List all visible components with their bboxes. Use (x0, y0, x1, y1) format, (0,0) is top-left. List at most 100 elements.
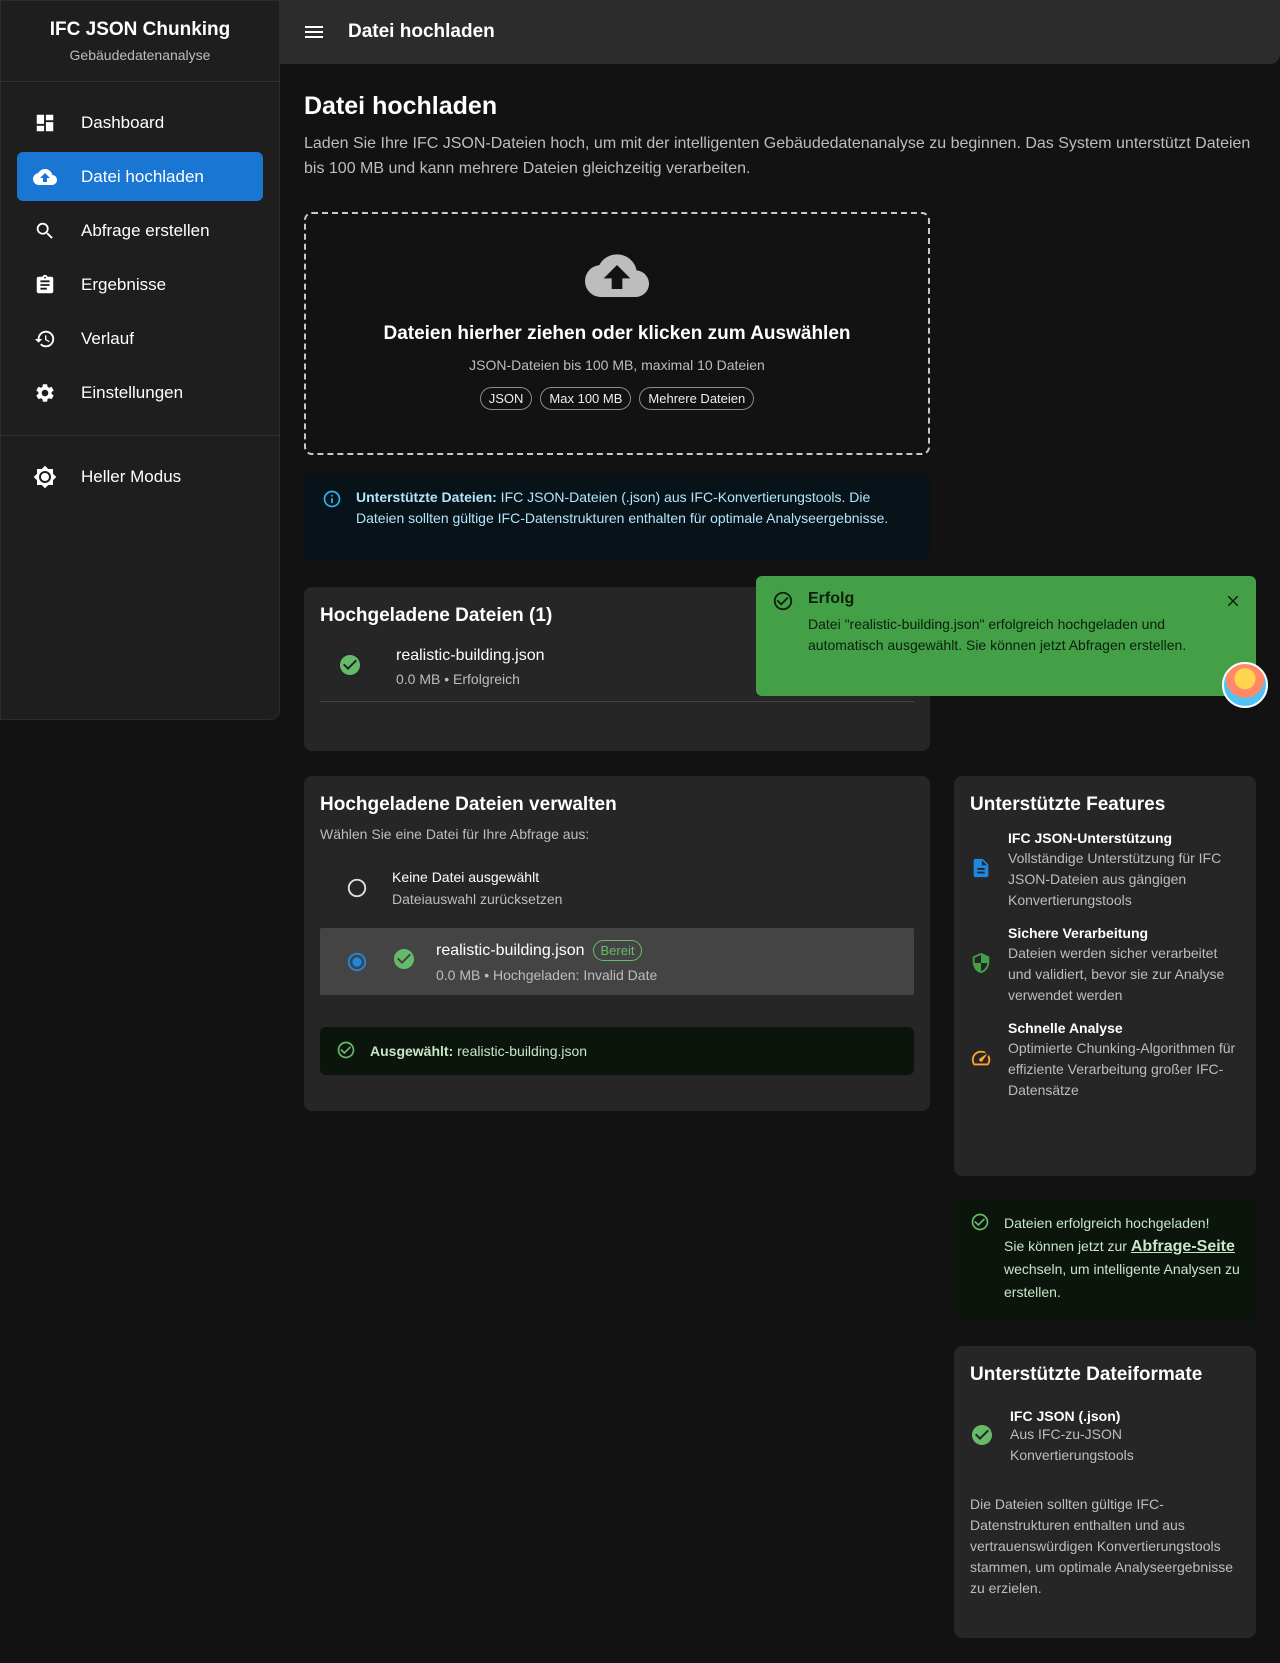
option-file-meta: 0.0 MB • Hochgeladen: Invalid Date (436, 967, 658, 983)
manage-files-title: Hochgeladene Dateien verwalten (320, 794, 617, 815)
check-circle-outline-icon (970, 1212, 990, 1308)
option-subtitle: Dateiauswahl zurücksetzen (392, 891, 563, 907)
brand-title: IFC JSON Chunking (49, 19, 231, 40)
nav-item-dashboard[interactable]: Dashboard (17, 98, 263, 147)
info-icon (322, 487, 342, 547)
file-formats-card: Unterstützte Dateiformate IFC JSON (.jso… (954, 1346, 1256, 1638)
brand: IFC JSON Chunking Gebäudedatenanalyse (1, 1, 279, 82)
history-icon (33, 327, 57, 351)
search-icon (33, 219, 57, 243)
nav-item-history[interactable]: Verlauf (17, 314, 263, 363)
page-title: Datei hochladen (304, 92, 498, 120)
feature-desc: Optimierte Chunking-Algorithmen für effi… (1008, 1040, 1236, 1098)
nav-label: Dashboard (81, 112, 165, 132)
gear-icon (33, 381, 57, 405)
file-dropzone[interactable]: Dateien hierher ziehen oder klicken zum … (304, 212, 930, 455)
dropzone-chips: JSON Max 100 MB Mehrere Dateien (306, 387, 928, 410)
format-title: IFC JSON (.json) (1010, 1408, 1121, 1424)
option-file-name: realistic-building.json (436, 941, 585, 959)
shield-icon (970, 952, 992, 979)
theme-toggle[interactable]: Heller Modus (17, 452, 263, 501)
nav-label: Verlauf (81, 328, 134, 348)
format-item: IFC JSON (.json) Aus IFC-zu-JSON Konvert… (954, 1386, 1256, 1466)
selected-file-alert: Ausgewählt: realistic-building.json (320, 1027, 914, 1075)
check-circle-outline-icon (336, 1040, 358, 1063)
success-post: wechseln, um intelligente Analysen zu er… (1004, 1261, 1240, 1300)
option-no-file[interactable]: Keine Datei ausgewählt Dateiauswahl zurü… (320, 858, 914, 918)
feature-desc: Dateien werden sicher verarbeitet und va… (1008, 945, 1225, 1003)
manage-files-subtitle: Wählen Sie eine Datei für Ihre Abfrage a… (320, 826, 590, 842)
feature-title: Schnelle Analyse (1008, 1020, 1123, 1036)
dashboard-icon (33, 111, 57, 135)
feature-item: Schnelle Analyse Optimierte Chunking-Alg… (954, 1020, 1256, 1101)
top-app-bar: Datei hochladen (280, 0, 1280, 64)
nav-item-query[interactable]: Abfrage erstellen (17, 206, 263, 255)
nav-label: Einstellungen (81, 382, 184, 402)
radio-checked[interactable] (346, 951, 368, 973)
toast-message: Datei "realistic-building.json" erfolgre… (808, 616, 1187, 653)
query-page-link[interactable]: Abfrage-Seite (1131, 1238, 1235, 1255)
status-badge: Bereit (592, 940, 643, 961)
chip-multiple: Mehrere Dateien (639, 387, 755, 410)
check-circle-outline-icon (772, 590, 794, 682)
features-title: Unterstützte Features (970, 794, 1166, 815)
clipboard-icon (33, 273, 57, 297)
dropzone-subtitle: JSON-Dateien bis 100 MB, maximal 10 Date… (469, 357, 765, 373)
feature-item: IFC JSON-Unterstützung Vollständige Unte… (954, 830, 1256, 911)
manage-files-card: Hochgeladene Dateien verwalten Wählen Si… (304, 776, 930, 1111)
nav-item-results[interactable]: Ergebnisse (17, 260, 263, 309)
nav-divider (1, 435, 279, 436)
check-circle-icon (338, 653, 362, 682)
info-label: Unterstützte Dateien: (356, 489, 497, 505)
chip-json: JSON (479, 387, 533, 410)
radio-unchecked[interactable] (346, 877, 368, 899)
selected-label: Ausgewählt: (370, 1043, 454, 1059)
file-name: realistic-building.json (396, 647, 545, 664)
feature-title: Sichere Verarbeitung (1008, 925, 1149, 941)
option-title: Keine Datei ausgewählt (392, 869, 540, 885)
formats-title: Unterstützte Dateiformate (970, 1364, 1203, 1385)
topbar-title: Datei hochladen (348, 21, 495, 42)
success-title: Dateien erfolgreich hochgeladen! (1004, 1215, 1210, 1231)
theme-toggle-label: Heller Modus (81, 466, 182, 486)
info-alert: Unterstützte Dateien: IFC JSON-Dateien (… (304, 473, 930, 561)
option-file[interactable]: realistic-building.json Bereit 0.0 MB • H… (320, 928, 914, 995)
nav-label: Ergebnisse (81, 274, 167, 294)
nav-label: Abfrage erstellen (81, 220, 210, 240)
success-toast: Erfolg Datei "realistic-building.json" e… (756, 576, 1256, 696)
info-text: Unterstützte Dateien: IFC JSON-Dateien (… (356, 487, 912, 547)
selected-value: realistic-building.json (453, 1043, 588, 1059)
dropzone-title: Dateien hierher ziehen oder klicken zum … (383, 323, 851, 344)
avatar[interactable] (1222, 662, 1268, 708)
nav-item-upload[interactable]: Datei hochladen (17, 152, 263, 201)
feature-desc: Vollständige Unterstützung für IFC JSON-… (1008, 850, 1222, 908)
divider (320, 701, 914, 702)
features-card: Unterstützte Features IFC JSON-Unterstüt… (954, 776, 1256, 1176)
brand-subtitle: Gebäudedatenanalyse (69, 47, 211, 63)
nav-item-settings[interactable]: Einstellungen (17, 368, 263, 417)
close-icon[interactable] (1224, 592, 1242, 610)
menu-icon[interactable] (302, 20, 326, 44)
feature-item: Sichere Verarbeitung Dateien werden sich… (954, 925, 1256, 1006)
toast-title: Erfolg (808, 590, 855, 607)
chip-max-size: Max 100 MB (540, 387, 632, 410)
success-pre: Sie können jetzt zur (1004, 1238, 1131, 1254)
option-file-name-row: realistic-building.json Bereit (436, 940, 657, 961)
upload-success-alert: Dateien erfolgreich hochgeladen! Sie kön… (954, 1198, 1256, 1322)
format-desc: Aus IFC-zu-JSON Konvertierungstools (1010, 1426, 1134, 1463)
check-circle-icon (392, 947, 416, 976)
file-meta: 0.0 MB • Erfolgreich (396, 671, 520, 687)
page-intro: Laden Sie Ihre IFC JSON-Dateien hoch, um… (304, 135, 1251, 177)
check-circle-icon (970, 1423, 994, 1452)
speedometer-icon (970, 1047, 992, 1074)
nav-label: Datei hochladen (81, 166, 204, 186)
cloud-upload-icon (33, 165, 57, 189)
nav: Dashboard Datei hochladen Abfrage erstel… (1, 82, 279, 501)
brightness-icon (33, 465, 57, 489)
feature-title: IFC JSON-Unterstützung (1008, 830, 1173, 846)
sidebar: IFC JSON Chunking Gebäudedatenanalyse Da… (0, 0, 280, 720)
formats-note: Die Dateien sollten gültige IFC-Datenstr… (970, 1496, 1234, 1596)
success-text: Dateien erfolgreich hochgeladen! Sie kön… (1004, 1212, 1240, 1308)
cloud-upload-icon (306, 254, 928, 305)
document-icon (970, 857, 992, 884)
